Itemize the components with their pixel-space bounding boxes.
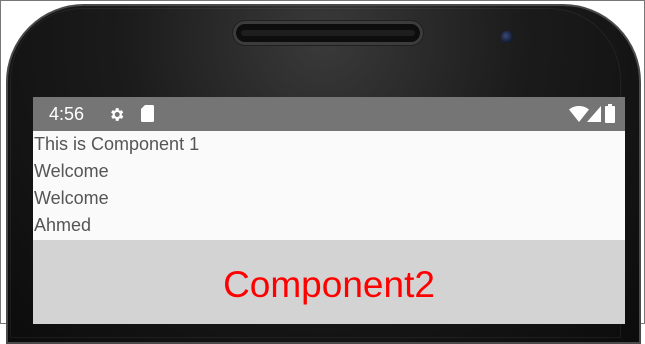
- name-text: Ahmed: [34, 215, 92, 235]
- component2-container: Component2: [33, 240, 625, 324]
- earpiece-speaker: [233, 21, 423, 45]
- settings-gear-icon: [108, 106, 125, 128]
- status-time: 4:56: [49, 104, 85, 124]
- wifi-icon: [569, 106, 589, 127]
- component2-label: Component2: [223, 264, 435, 305]
- sd-card-icon: [141, 105, 154, 127]
- welcome-text-2: Welcome: [34, 188, 109, 208]
- status-bar: 4:56: [33, 97, 625, 131]
- welcome-text-1: Welcome: [34, 161, 109, 181]
- battery-icon: [605, 104, 615, 128]
- phone-screen: 4:56 This is Component 1 Welcome Welcome…: [33, 97, 625, 324]
- front-camera: [501, 31, 513, 43]
- component1-title-text: This is Component 1: [34, 134, 200, 154]
- cell-signal-icon: [587, 106, 601, 127]
- component1-container: This is Component 1 Welcome Welcome Ahme…: [33, 131, 625, 240]
